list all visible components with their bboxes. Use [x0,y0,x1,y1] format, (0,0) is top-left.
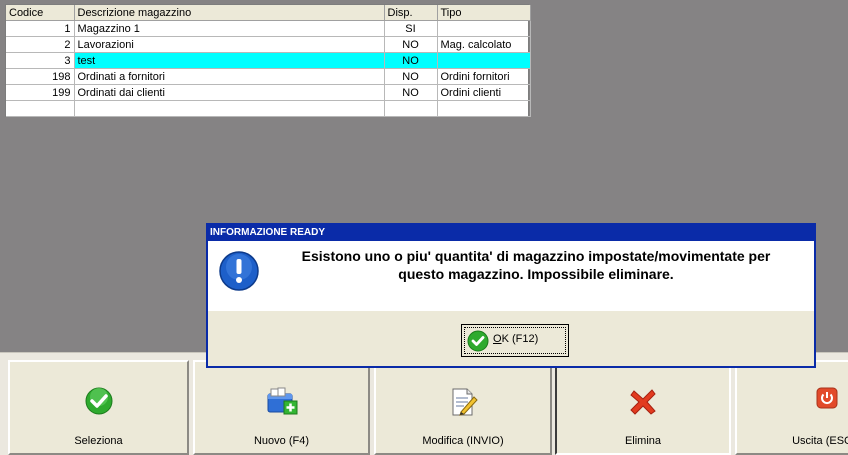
seleziona-button[interactable]: Seleziona [8,360,189,455]
dialog-message-line-2: questo magazzino. Impossibile eliminare. [398,266,674,282]
nuovo-button[interactable]: Nuovo (F4) [193,360,370,455]
cell-codice: 198 [6,68,75,85]
elimina-label: Elimina [624,435,662,447]
warehouse-grid[interactable]: Codice Descrizione magazzino Disp. Tipo … [5,4,531,117]
ok-mnemonic: O [493,333,502,345]
table-row[interactable]: 2 Lavorazioni NO Mag. calcolato [6,36,531,53]
elimina-button[interactable]: Elimina [555,360,731,455]
cell-disp [384,100,438,117]
table-row[interactable]: 1 Magazzino 1 SI [6,20,531,37]
dialog-message-line-1: Esistono uno o piu' quantita' di magazzi… [301,248,771,264]
cell-descrizione: Ordinati dai clienti [74,84,385,101]
dialog-message-area: Esistono uno o piu' quantita' di magazzi… [208,241,814,311]
seleziona-label: Seleziona [74,435,123,447]
cell-codice: 199 [6,84,75,101]
cell-descrizione [74,100,385,117]
delete-x-icon [628,386,658,421]
dialog-message: Esistono uno o piu' quantita' di magazzi… [268,247,804,283]
ok-label: OK (F12) [493,333,538,345]
power-icon [815,386,839,415]
column-header-descrizione[interactable]: Descrizione magazzino [74,5,385,21]
cell-tipo [437,20,531,37]
cell-codice [6,100,75,117]
cell-disp: NO [384,36,438,53]
cell-tipo: Ordini fornitori [437,68,531,85]
ok-label-rest: K (F12) [501,333,539,345]
cell-codice: 2 [6,36,75,53]
cell-descrizione: Magazzino 1 [74,20,385,37]
modifica-button[interactable]: Modifica (INVIO) [374,360,552,455]
cell-descrizione: Lavorazioni [74,36,385,53]
cell-codice: 3 [6,52,75,69]
edit-document-icon [448,386,478,423]
dialog-title: INFORMAZIONE READY [208,225,814,241]
cell-descrizione: test [74,52,385,69]
uscita-button[interactable]: Uscita (ESC [735,360,848,455]
table-row[interactable]: 198 Ordinati a fornitori NO Ordini forni… [6,68,531,85]
cell-tipo: Mag. calcolato [437,36,531,53]
column-header-disp[interactable]: Disp. [384,5,438,21]
modifica-label: Modifica (INVIO) [422,435,504,447]
column-header-tipo[interactable]: Tipo [437,5,531,21]
column-header-codice[interactable]: Codice [6,5,75,21]
table-row[interactable]: 199 Ordinati dai clienti NO Ordini clien… [6,84,531,101]
table-row-empty[interactable] [6,100,531,117]
cell-disp: NO [384,52,438,69]
cell-disp: NO [384,84,438,101]
new-folder-icon [265,386,299,421]
cell-disp: SI [384,20,438,37]
nuovo-label: Nuovo (F4) [253,435,310,447]
check-icon [84,386,114,421]
cell-tipo: Ordini clienti [437,84,531,101]
cell-codice: 1 [6,20,75,37]
cell-tipo [437,52,531,69]
table-row-selected[interactable]: 3 test NO [6,52,531,69]
cell-disp: NO [384,68,438,85]
info-exclamation-icon [218,250,260,297]
cell-tipo [437,100,531,117]
cell-descrizione: Ordinati a fornitori [74,68,385,85]
ok-button[interactable]: OK (F12) [461,324,569,357]
information-dialog: INFORMAZIONE READY Esistono uno o piu' q… [206,223,816,368]
uscita-label: Uscita (ESC [792,435,848,447]
check-icon [467,330,489,357]
